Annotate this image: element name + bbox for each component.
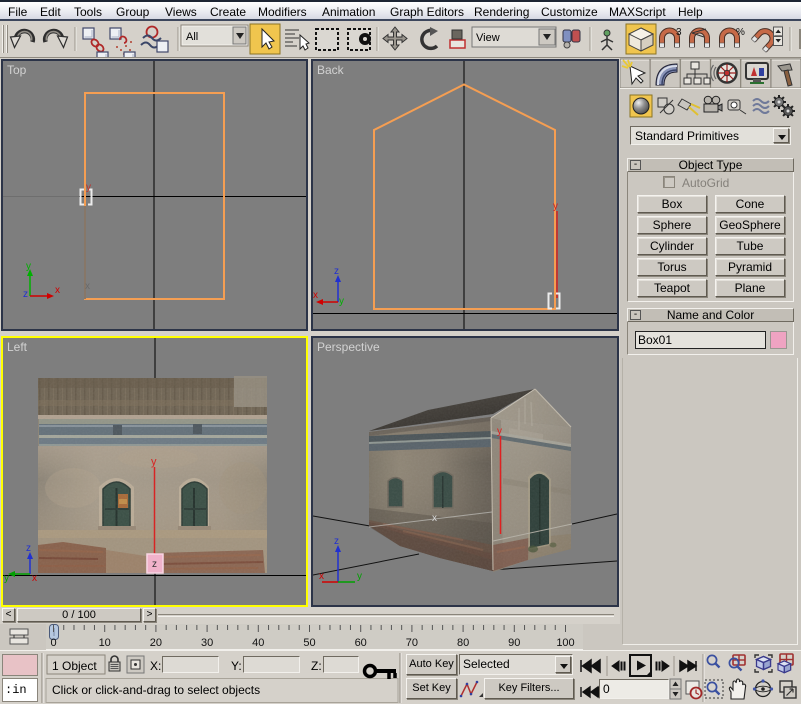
svg-text:10: 10 — [99, 637, 111, 649]
svg-text:100: 100 — [556, 637, 574, 649]
svg-text:x: x — [319, 571, 324, 582]
svg-text:y: y — [497, 426, 502, 437]
svg-text:x: x — [85, 281, 90, 292]
svg-text:60: 60 — [355, 637, 367, 649]
svg-text:View: View — [476, 32, 500, 44]
svg-text:x: x — [313, 290, 318, 301]
svg-text:z: z — [334, 266, 339, 277]
svg-text:20: 20 — [150, 637, 162, 649]
svg-text:All: All — [186, 31, 198, 43]
svg-text:z: z — [152, 559, 157, 570]
svg-text:50: 50 — [303, 637, 315, 649]
svg-text:0: 0 — [50, 637, 56, 649]
svg-text:z: z — [26, 543, 31, 554]
svg-text:z: z — [23, 289, 28, 300]
svg-text:40: 40 — [252, 637, 264, 649]
svg-text:x: x — [55, 285, 60, 296]
svg-text:y: y — [553, 201, 558, 212]
svg-text:x: x — [432, 513, 437, 524]
svg-text:80: 80 — [457, 637, 469, 649]
svg-text:y: y — [339, 296, 344, 307]
svg-text:70: 70 — [406, 637, 418, 649]
svg-text:y: y — [4, 573, 9, 584]
svg-text:z: z — [334, 536, 339, 547]
svg-text:y: y — [357, 571, 362, 582]
svg-text:x: x — [32, 573, 37, 584]
svg-text:y: y — [26, 261, 31, 272]
svg-text:%: % — [736, 27, 745, 38]
svg-text:y: y — [151, 456, 157, 468]
svg-text:y: y — [86, 182, 91, 193]
svg-text:3: 3 — [676, 27, 682, 38]
svg-text:30: 30 — [201, 637, 213, 649]
svg-text:90: 90 — [508, 637, 520, 649]
